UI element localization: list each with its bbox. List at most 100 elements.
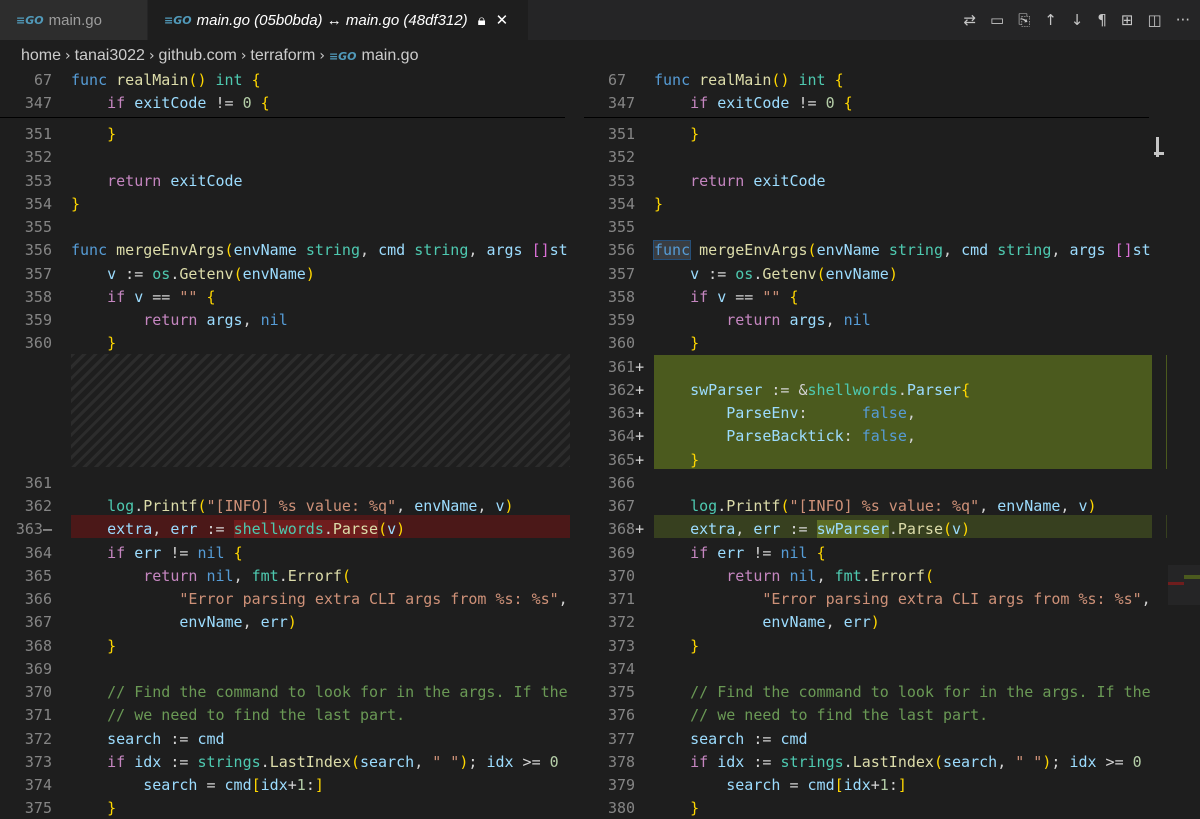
code-line[interactable]: 376 // we need to find the last part. (584, 704, 1200, 727)
pilcrow-icon[interactable]: ¶ (1097, 11, 1107, 29)
code-line[interactable]: 377 search := cmd (584, 728, 1200, 751)
code-line[interactable]: 370 // Find the command to look for in t… (0, 681, 584, 704)
code-line[interactable]: 367 log.Printf("[INFO] %s value: %q", en… (584, 495, 1200, 518)
code-line[interactable]: 370 return nil, fmt.Errorf( (584, 565, 1200, 588)
code-line[interactable]: 355 (584, 216, 1200, 239)
sticky-scroll-line[interactable]: 67 func realMain() int { (0, 69, 584, 92)
split-editor-icon[interactable]: ◫ (1148, 11, 1162, 29)
modified-editor-pane[interactable]: 67 func realMain() int {347 if exitCode !… (584, 69, 1200, 819)
code-line[interactable]: 363— extra, err := shellwords.Parse(v) (0, 518, 584, 541)
code-line[interactable]: 366 (584, 472, 1200, 495)
code-line[interactable]: 359 return args, nil (584, 309, 1200, 332)
code-line[interactable]: 373 if idx := strings.LastIndex(search, … (0, 751, 584, 774)
code-line[interactable]: 366 "Error parsing extra CLI args from %… (0, 588, 584, 611)
code-line[interactable]: 371 "Error parsing extra CLI args from %… (584, 588, 1200, 611)
code-line[interactable]: 372 envName, err) (584, 611, 1200, 634)
breadcrumb-item[interactable]: terraform (250, 47, 315, 65)
code-line[interactable]: 380 } (584, 797, 1200, 819)
code-line[interactable]: 362 log.Printf("[INFO] %s value: %q", en… (0, 495, 584, 518)
code-line[interactable]: 374 (584, 658, 1200, 681)
code-line[interactable]: 364 if err != nil { (0, 542, 584, 565)
line-number: 363— (15, 520, 52, 539)
open-file-icon[interactable]: ▭ (990, 11, 1004, 29)
arrow-up-icon[interactable]: ↑ (1044, 11, 1057, 29)
code-line[interactable]: 375 } (0, 797, 584, 819)
code-line[interactable]: 358 if v == "" { (584, 286, 1200, 309)
code-line[interactable]: 372 search := cmd (0, 728, 584, 751)
code-line[interactable]: 378 if idx := strings.LastIndex(search, … (584, 751, 1200, 774)
code-text: if err != nil { (107, 543, 243, 562)
line-number: 362 (24, 497, 52, 515)
code-line[interactable]: 365+ } (584, 449, 1200, 472)
code-line[interactable]: 375 // Find the command to look for in t… (584, 681, 1200, 704)
more-icon[interactable]: ··· (1176, 11, 1190, 29)
code-line[interactable]: 361 (0, 472, 584, 495)
code-line[interactable]: 369 if err != nil { (584, 542, 1200, 565)
code-text: } (690, 125, 700, 143)
code-line[interactable]: 358 if v == "" { (0, 286, 584, 309)
tab-label: main.go (48, 11, 102, 29)
sticky-scroll-line[interactable]: 347 if exitCode != 0 { (0, 92, 584, 115)
code-line[interactable]: 356 func mergeEnvArgs(envName string, cmd… (584, 239, 1200, 262)
code-text: if v == "" { (107, 287, 216, 306)
code-line[interactable]: 357 v := os.Getenv(envName) (584, 263, 1200, 286)
code-line[interactable]: 357 v := os.Getenv(envName) (0, 263, 584, 286)
line-number: 67 (608, 71, 627, 89)
code-line[interactable]: 356 func mergeEnvArgs(envName string, cmd… (0, 239, 584, 262)
code-line[interactable]: 368 } (0, 635, 584, 658)
line-number: 347 (24, 94, 52, 112)
code-line[interactable]: 379 search = cmd[idx+1:] (584, 774, 1200, 797)
code-line[interactable]: 352 (0, 146, 584, 169)
close-icon[interactable]: ✕ (496, 11, 509, 29)
original-editor-pane[interactable]: 67 func realMain() int {347 if exitCode !… (0, 69, 584, 819)
overview-ruler[interactable] (1154, 60, 1200, 819)
code-line[interactable]: 355 (0, 216, 584, 239)
code-line[interactable]: 360 } (584, 332, 1200, 355)
code-line[interactable]: 374 search = cmd[idx+1:] (0, 774, 584, 797)
code-line[interactable]: 353 return exitCode (584, 170, 1200, 193)
code-line[interactable]: 369 (0, 658, 584, 681)
breadcrumb-item[interactable]: github.com (159, 47, 237, 65)
code-line[interactable]: 365 return nil, fmt.Errorf( (0, 565, 584, 588)
arrow-down-icon[interactable]: ↓ (1071, 11, 1084, 29)
tab-main-go[interactable]: ≡GO main.go (0, 0, 148, 40)
original-scrollbar[interactable] (570, 69, 584, 819)
code-line[interactable]: 373 } (584, 635, 1200, 658)
code-line[interactable]: 354} (584, 193, 1200, 216)
line-number: 351 (24, 125, 52, 143)
code-line[interactable]: 354} (0, 193, 584, 216)
code-line[interactable]: 351 } (0, 123, 584, 146)
sticky-scroll-shadow (584, 117, 1149, 118)
code-line[interactable]: 353 return exitCode (0, 170, 584, 193)
diff-minus-sign: — (42, 520, 52, 539)
code-line[interactable]: 368+ extra, err := swParser.Parse(v) (584, 518, 1200, 541)
code-line[interactable]: 363+ ParseEnv: false, (584, 402, 1200, 425)
line-number: 354 (608, 194, 636, 213)
code-text: v := os.Getenv(envName) (107, 264, 315, 283)
breadcrumb-item[interactable]: home (21, 47, 61, 65)
code-line[interactable]: 364+ ParseBacktick: false, (584, 425, 1200, 448)
sticky-scroll-line[interactable]: 347 if exitCode != 0 { (584, 92, 1200, 115)
git-compare-icon[interactable]: ⇄ (963, 11, 976, 29)
line-number: 360 (608, 334, 636, 353)
tab-diff[interactable]: ≡GO main.go (05b0bda) ↔ main.go (48df312… (148, 0, 528, 40)
code-line[interactable]: 362+ swParser := &shellwords.Parser{ (584, 379, 1200, 402)
line-number: 353 (24, 171, 52, 190)
code-line[interactable]: 371 // we need to find the last part. (0, 704, 584, 727)
breadcrumb-item[interactable]: main.go (362, 47, 419, 65)
breadcrumb-item[interactable]: tanai3022 (75, 47, 145, 65)
line-number: 353 (608, 171, 636, 190)
code-text: ParseBacktick: false, (726, 427, 916, 446)
line-number: 375 (24, 799, 52, 818)
code-line[interactable]: 351 } (584, 123, 1200, 146)
code-line[interactable]: 352 (584, 146, 1200, 169)
code-line[interactable]: 359 return args, nil (0, 309, 584, 332)
open-changes-icon[interactable]: ⎘ (1018, 11, 1030, 29)
sticky-scroll-line[interactable]: 67 func realMain() int { (584, 69, 1200, 92)
code-text: envName, err) (762, 613, 880, 632)
code-line[interactable]: 367 envName, err) (0, 611, 584, 634)
book-icon[interactable]: ⊞ (1121, 11, 1134, 29)
modified-scrollbar[interactable] (1152, 69, 1166, 819)
code-line[interactable]: 360 } (0, 332, 584, 355)
code-line[interactable]: 361+ (584, 356, 1200, 379)
